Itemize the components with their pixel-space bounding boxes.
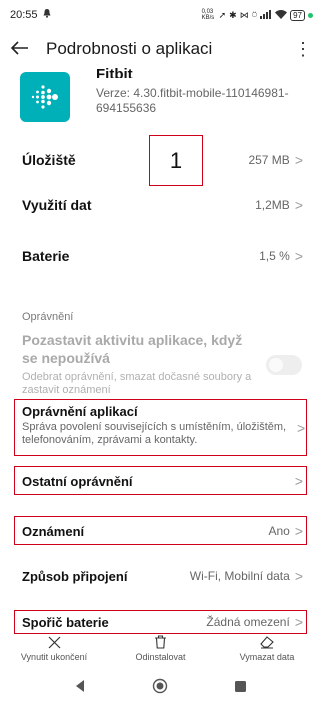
bluetooth-icon: ✱ [229, 9, 237, 20]
chevron-right-icon: > [294, 568, 303, 584]
pause-activity-toggle[interactable] [266, 355, 302, 375]
chevron-right-icon: > [294, 523, 303, 539]
chevron-right-icon: > [294, 248, 303, 264]
force-stop-label: Vynutit ukončení [20, 652, 88, 662]
back-arrow-icon[interactable] [0, 38, 34, 61]
connection-method-label: Způsob připojení [22, 568, 128, 584]
force-stop-button[interactable]: Vynutit ukončení [10, 634, 98, 666]
other-permissions-row[interactable]: Ostatní oprávnění > [0, 468, 321, 494]
battery-saver-row[interactable]: Spořič baterie Žádná omezení > [0, 611, 321, 633]
clear-data-label: Vymazat data [239, 652, 295, 662]
signal-icon [260, 9, 272, 21]
uninstall-button[interactable]: Odinstalovat [117, 634, 205, 666]
uninstall-label: Odinstalovat [135, 652, 186, 662]
more-options-icon[interactable]: ⋮ [285, 39, 321, 60]
eraser-icon [260, 634, 274, 650]
connection-method-row[interactable]: Způsob připojení Wi-Fi, Mobilní data > [0, 561, 321, 591]
app-header: Fitbit Verze: 4.30.fitbit-mobile-1101469… [0, 66, 321, 134]
close-icon [48, 634, 61, 650]
status-time: 20:55 [10, 9, 38, 21]
chevron-right-icon: > [294, 197, 303, 213]
app-permissions-description: Správa povolení souvisejících s umístění… [22, 421, 287, 446]
other-permissions-label: Ostatní oprávnění [22, 473, 133, 489]
battery-value: 1,5 % [259, 249, 290, 263]
storage-label: Úložiště [22, 152, 76, 168]
nav-home-icon[interactable] [140, 678, 180, 694]
annotation-marker: 1 [149, 135, 203, 186]
bottom-action-bar: Vynutit ukončení Odinstalovat Vymazat da… [0, 634, 321, 666]
clear-data-button[interactable]: Vymazat data [223, 634, 311, 666]
nav-back-icon[interactable] [60, 680, 100, 692]
chevron-right-icon: > [294, 473, 303, 489]
toggle-knob [269, 358, 283, 372]
app-bar: Podrobnosti o aplikaci ⋮ [0, 30, 321, 68]
notifications-row[interactable]: Oznámení Ano > [0, 518, 321, 544]
privacy-dot-icon [308, 12, 313, 18]
section-label-permissions: Oprávnění [22, 311, 74, 323]
data-usage-value: 1,2MB [255, 198, 290, 212]
status-bar: 20:55 0,03 KB/s ➚ ✱ ⋈ ⍥ 97 [0, 0, 321, 30]
notification-icon [43, 9, 51, 21]
pause-activity-title: Pozastavit aktivitu aplikace, když se ne… [22, 332, 243, 366]
pause-activity-item: Pozastavit aktivitu aplikace, když se ne… [22, 331, 252, 397]
data-usage-row[interactable]: Využití dat 1,2MB > [0, 185, 321, 225]
nav-recents-icon[interactable] [221, 680, 261, 692]
battery-row[interactable]: Baterie 1,5 % > [0, 236, 321, 276]
battery-label: Baterie [22, 248, 70, 264]
app-permissions-title: Oprávnění aplikací [22, 404, 138, 419]
notifications-value: Ano [268, 524, 290, 538]
data-usage-label: Využití dat [22, 197, 92, 213]
alarm-icon: ⍥ [251, 9, 258, 20]
chevron-right-icon: > [294, 152, 303, 168]
network-speed: 0,03 KB/s [201, 9, 215, 21]
vibrate-icon: ⋈ [239, 9, 249, 20]
battery-indicator: 97 [290, 9, 305, 21]
battery-saver-value: Žádná omezení [206, 615, 290, 629]
wifi-icon [275, 9, 288, 21]
location-icon: ➚ [218, 9, 227, 20]
app-name: Fitbit [96, 66, 133, 78]
battery-saver-label: Spořič baterie [22, 614, 109, 630]
connection-method-value: Wi-Fi, Mobilní data [189, 569, 290, 583]
page-title: Podrobnosti o aplikaci [46, 39, 213, 58]
app-version: Verze: 4.30.fitbit-mobile-110146981-6941… [96, 86, 289, 115]
pause-activity-description: Odebrat oprávnění, smazat dočasné soubor… [22, 371, 252, 396]
system-navigation-bar [0, 664, 321, 708]
app-permissions-item[interactable]: Oprávnění aplikací Správa povolení souvi… [22, 403, 287, 447]
fitbit-logo-icon [20, 72, 70, 122]
notifications-label: Oznámení [22, 523, 85, 539]
storage-value: 257 MB [248, 153, 290, 167]
chevron-right-icon: > [294, 614, 303, 630]
chevron-right-icon: > [297, 420, 306, 436]
trash-icon [154, 634, 167, 650]
